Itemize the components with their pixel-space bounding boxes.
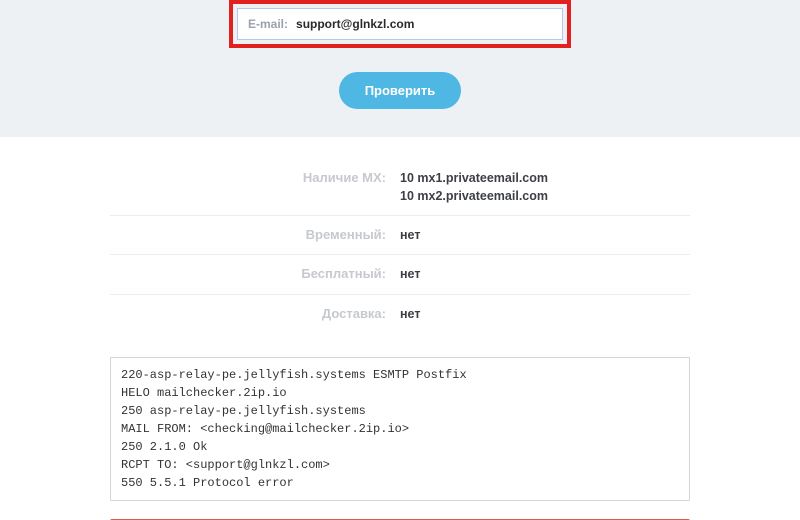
result-value-mx: 10 mx1.privateemail.com 10 mx2.privateem…	[400, 169, 690, 205]
mx-record: 10 mx2.privateemail.com	[400, 187, 690, 205]
result-label-temporary: Временный:	[110, 226, 400, 242]
result-label-delivery: Доставка:	[110, 305, 400, 321]
results-section: Наличие MX: 10 mx1.privateemail.com 10 m…	[0, 137, 800, 343]
result-row-temporary: Временный: нет	[110, 216, 690, 255]
input-highlight-box: E-mail:	[229, 0, 571, 48]
form-section: E-mail: Проверить	[0, 0, 800, 137]
result-row-mx: Наличие MX: 10 mx1.privateemail.com 10 m…	[110, 159, 690, 216]
result-label-free: Бесплатный:	[110, 265, 400, 281]
result-value-free: нет	[400, 265, 690, 283]
result-value-delivery: нет	[400, 305, 690, 323]
check-button[interactable]: Проверить	[339, 72, 462, 109]
result-row-free: Бесплатный: нет	[110, 255, 690, 294]
result-row-delivery: Доставка: нет	[110, 295, 690, 333]
result-label-mx: Наличие MX:	[110, 169, 400, 185]
submit-wrap: Проверить	[0, 48, 800, 119]
mx-record: 10 mx1.privateemail.com	[400, 169, 690, 187]
email-label: E-mail:	[238, 17, 296, 31]
email-field[interactable]	[296, 9, 562, 39]
smtp-log: 220-asp-relay-pe.jellyfish.systems ESMTP…	[110, 357, 690, 501]
email-input-row: E-mail:	[237, 8, 563, 40]
result-value-temporary: нет	[400, 226, 690, 244]
